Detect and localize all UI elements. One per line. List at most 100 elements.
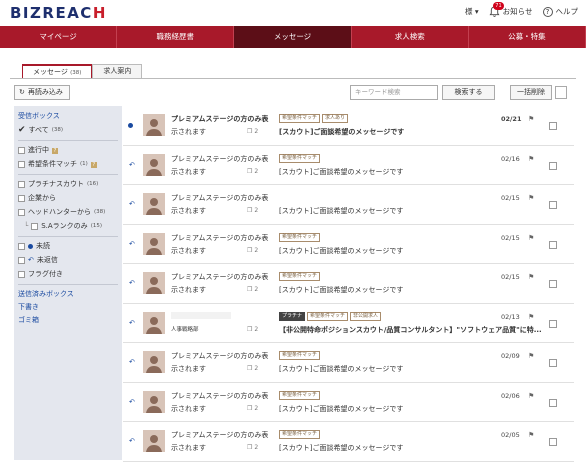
user-menu[interactable]: 様 ▾ (465, 6, 479, 17)
sidebar-item-match[interactable]: 希望条件マッチ (1)? (18, 158, 118, 171)
row-checkbox[interactable] (549, 319, 557, 328)
message-subject[interactable]: 【非公開特命ポジションスカウト/品質コンサルタント】"ソフトウェア品質"に特..… (279, 325, 542, 335)
sender-avatar (143, 272, 165, 294)
message-date: 02/15 (501, 194, 520, 202)
row-checkbox[interactable] (549, 359, 557, 367)
message-subject[interactable]: [スカウト]ご面談希望のメッセージです (279, 404, 403, 414)
help-icon[interactable]: ? (90, 161, 97, 168)
message-subject[interactable]: [スカウト]ご面談希望のメッセージです (279, 206, 403, 216)
sidebar-item-unreplied[interactable]: ↶ 未返信 (18, 254, 118, 267)
message-row[interactable]: ↶ プレミアムステージの方のみ表 示されます ❐ 2 希望条件マッチ [スカウト]ご面談希望… (123, 422, 574, 462)
sidebar-inbox[interactable]: 受信ボックス (18, 110, 118, 123)
message-row[interactable]: プレミアムステージの方のみ表 示されます ❐ 2 希望条件マッチ 求人あり [スカウト]ご面… (123, 106, 574, 146)
sidebar-item-headhunter[interactable]: ヘッドハンターから (38) (18, 206, 118, 219)
message-subject[interactable]: [スカウト]ご面談希望のメッセージです (279, 364, 403, 374)
platinum-checkbox[interactable] (18, 181, 25, 188)
flag-icon[interactable]: ⚑ (528, 234, 534, 242)
tab-job-info[interactable]: 求人案内 (92, 64, 143, 78)
message-date: 02/15 (501, 233, 520, 242)
select-all-checkbox[interactable] (555, 86, 567, 99)
sender-name: 示されます (171, 207, 206, 215)
nav-messages[interactable]: メッセージ (234, 26, 352, 48)
flagged-checkbox[interactable] (18, 271, 25, 278)
thread-count: ❐ 2 (247, 168, 258, 175)
reply-arrow-icon: ↶ (129, 200, 135, 208)
sidebar-trash[interactable]: ゴミ箱 (18, 314, 118, 327)
sidebar-item-flagged[interactable]: フラグ付き (18, 268, 118, 281)
tag-list: 希望条件マッチ (279, 430, 321, 439)
flag-icon[interactable]: ⚑ (528, 115, 534, 123)
sender-avatar (143, 390, 165, 413)
unreplied-checkbox[interactable] (18, 257, 25, 264)
tag-badge: 希望条件マッチ (279, 430, 321, 439)
message-subject[interactable]: [スカウト]ご面談希望のメッセージです (279, 443, 403, 453)
unread-checkbox[interactable] (18, 243, 25, 250)
thread-count-value: 2 (254, 444, 259, 451)
message-subject[interactable]: [スカウト]ご面談希望のメッセージです (279, 285, 403, 295)
row-checkbox[interactable] (549, 122, 557, 130)
flag-icon[interactable]: ⚑ (528, 194, 534, 202)
nav-mypage[interactable]: マイページ (0, 26, 118, 48)
row-checkbox[interactable] (549, 161, 557, 170)
tab-messages[interactable]: メッセージ (38) (22, 64, 93, 78)
message-row[interactable]: ↶ プレミアムステージの方のみ表 示されます ❐ 2 希望条件マッチ [スカウト]ご面談希望… (123, 264, 574, 304)
sender-avatar (143, 114, 165, 136)
message-row[interactable]: ↶ プレミアムステージの方のみ表 示されます ❐ 2 [スカウト]ご面談希望のメッセージで… (123, 185, 574, 225)
row-checkbox[interactable] (549, 201, 557, 209)
sidebar-drafts[interactable]: 下書き (18, 301, 118, 314)
sender-name: 人事戦略部 (171, 326, 199, 333)
sidebar-item-company[interactable]: 企業から (18, 192, 118, 205)
checkmark-icon: ✔ (18, 125, 26, 135)
help-link[interactable]: ? ヘルプ (542, 6, 578, 17)
thread-count: ❐ 2 (247, 286, 258, 293)
flag-icon[interactable]: ⚑ (528, 392, 534, 400)
nav-features[interactable]: 公募・特集 (469, 26, 586, 48)
reload-button[interactable]: ↻ 再読み込み (14, 85, 70, 100)
sidebar-item-unread[interactable]: 未読 (18, 240, 118, 253)
row-checkbox[interactable] (549, 398, 557, 407)
message-row[interactable]: ↶ 人事戦略部 ❐ 2 プラチナ 希望条件マッチ 非公開求人 【非公開特命ポジションスカウト/… (123, 304, 574, 343)
sidebar-item-all[interactable]: ✔ すべて (38) (18, 124, 118, 137)
flag-icon[interactable]: ⚑ (528, 155, 534, 163)
company-checkbox[interactable] (18, 195, 25, 202)
headhunter-checkbox[interactable] (18, 209, 25, 216)
flag-icon[interactable]: ⚑ (528, 431, 534, 439)
flag-icon[interactable]: ⚑ (528, 273, 534, 281)
notifications-link[interactable]: 71 お知らせ (489, 2, 533, 17)
flag-icon[interactable]: ⚑ (528, 313, 534, 321)
flag-icon[interactable]: ⚑ (528, 352, 534, 360)
sidebar-item-in-progress[interactable]: 進行中? (18, 144, 118, 157)
sidebar-all-label: すべて (28, 126, 49, 134)
message-row[interactable]: ↶ プレミアムステージの方のみ表 示されます ❐ 2 希望条件マッチ [スカウト]ご面談希望… (123, 225, 574, 264)
message-row[interactable]: ↶ プレミアムステージの方のみ表 示されます ❐ 2 希望条件マッチ [スカウト]ご面談希望… (123, 146, 574, 185)
sidebar-sent[interactable]: 送信済みボックス (18, 288, 118, 301)
sidebar-item-platinum[interactable]: プラチナスカウト (16) (18, 178, 118, 191)
tag-badge: 希望条件マッチ (279, 351, 321, 360)
in-progress-checkbox[interactable] (18, 147, 25, 154)
divider (18, 140, 118, 141)
bulk-delete-button[interactable]: 一括削除 (510, 85, 552, 100)
row-checkbox[interactable] (549, 240, 557, 249)
search-button[interactable]: 検索する (442, 85, 495, 100)
nav-job-search[interactable]: 求人検索 (352, 26, 469, 48)
sender-name: 示されます (171, 286, 206, 294)
message-row[interactable]: ↶ プレミアムステージの方のみ表 示されます ❐ 2 希望条件マッチ [スカウト]ご面談希望… (123, 383, 574, 422)
message-subject[interactable]: [スカウト]ご面談希望のメッセージです (279, 167, 403, 177)
row-checkbox[interactable] (549, 280, 557, 288)
reply-arrow-icon: ↶ (129, 160, 135, 169)
sidebar-item-srank[interactable]: └ S.Aランクのみ (15) (18, 220, 118, 233)
keyword-search-input[interactable]: キーワード検索 (350, 85, 438, 100)
help-icon[interactable]: ? (52, 147, 58, 154)
match-checkbox[interactable] (18, 161, 25, 168)
message-row[interactable]: ↶ プレミアムステージの方のみ表 示されます ❐ 2 希望条件マッチ [スカウト]ご面談希望… (123, 343, 574, 383)
srank-checkbox[interactable] (31, 223, 39, 230)
thread-icon: ❐ (247, 286, 253, 293)
message-subject[interactable]: [スカウト]ご面談希望のメッセージです (279, 127, 404, 137)
row-checkbox[interactable] (549, 438, 557, 446)
message-date: 02/13 (501, 312, 520, 321)
message-date: 02/15 (501, 273, 520, 281)
divider (18, 284, 118, 285)
message-subject[interactable]: [スカウト]ご面談希望のメッセージです (279, 246, 403, 256)
bizreach-logo[interactable]: BIZREACH (10, 4, 107, 22)
nav-resume[interactable]: 職務経歴書 (117, 26, 235, 48)
